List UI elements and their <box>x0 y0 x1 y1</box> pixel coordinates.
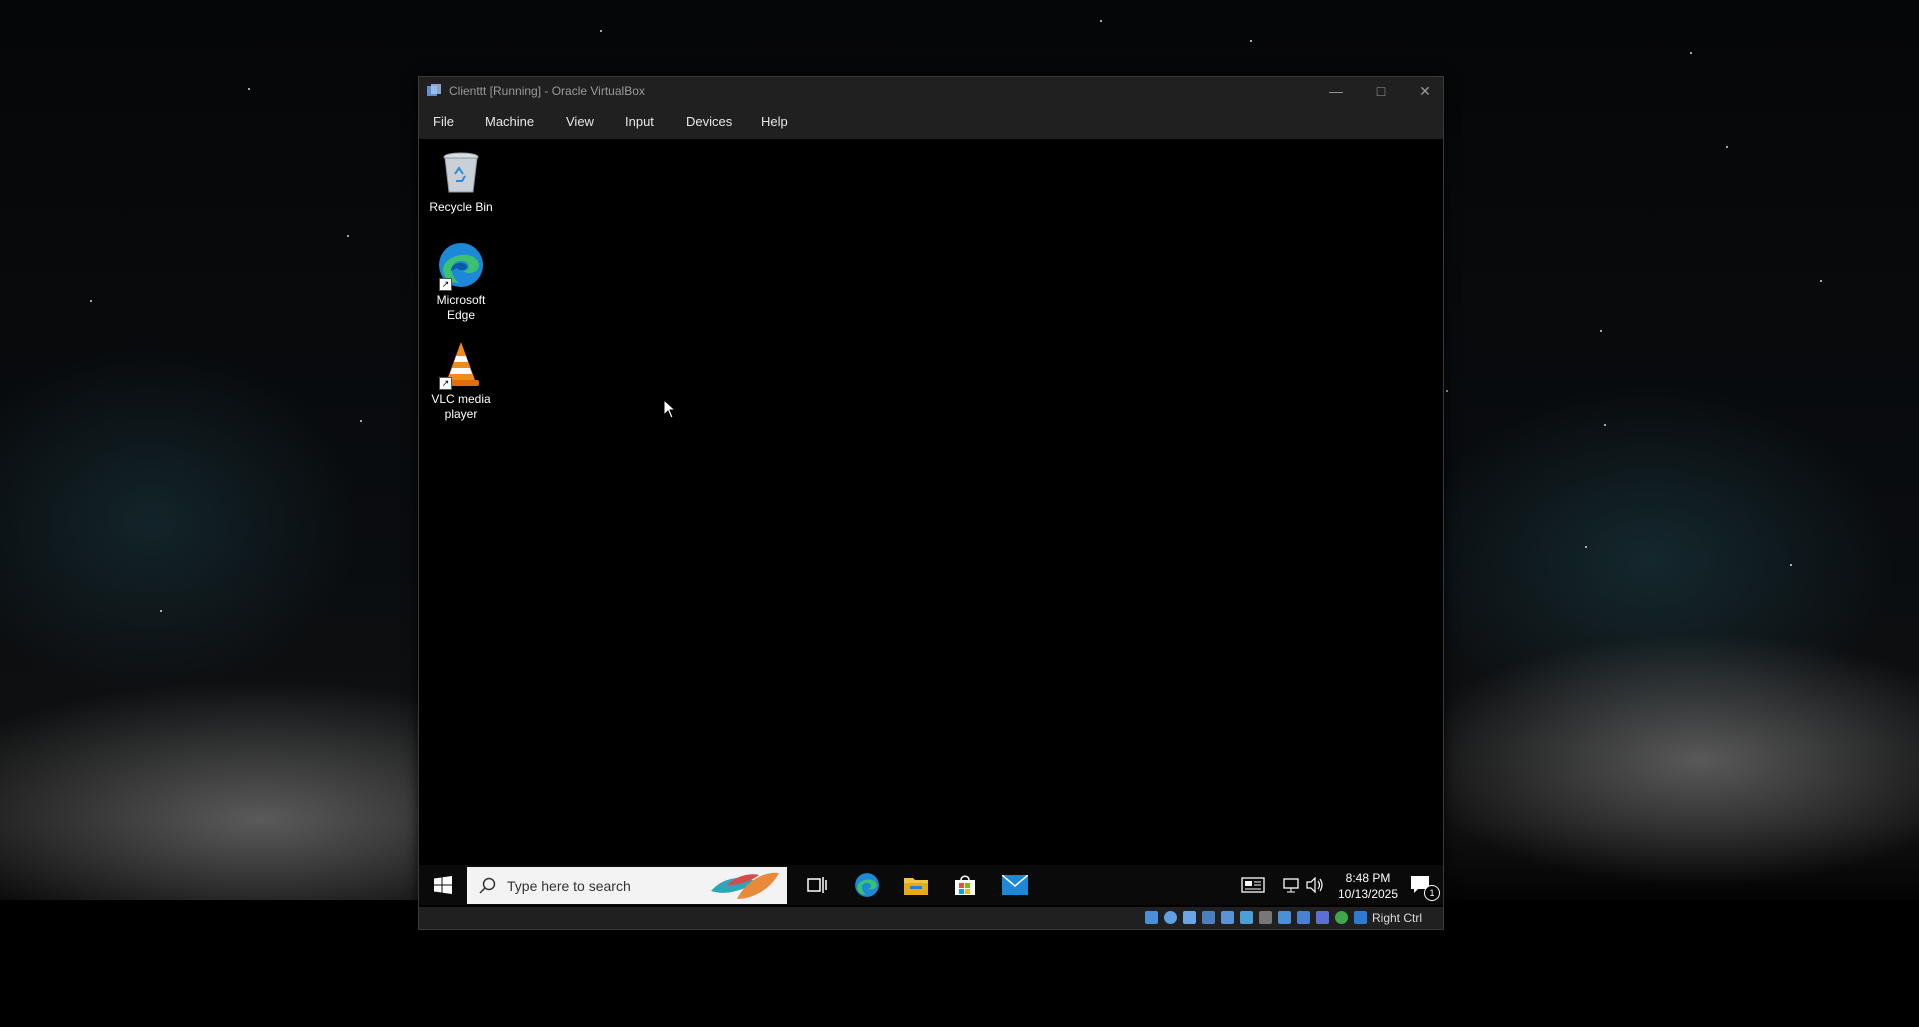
menu-input[interactable]: Input <box>625 114 654 129</box>
title-bar[interactable]: Clienttt [Running] - Oracle VirtualBox —… <box>419 77 1443 105</box>
virtualbox-app-icon <box>427 84 441 96</box>
recycle-bin-icon <box>437 148 485 196</box>
menu-devices[interactable]: Devices <box>686 114 732 129</box>
search-highlight-feathers-icon <box>711 872 779 899</box>
task-view-icon[interactable] <box>795 865 839 905</box>
guest-taskbar: Type here to search 8:48 PM 10/13/2025 1 <box>419 865 1443 905</box>
clock[interactable]: 8:48 PM 10/13/2025 <box>1337 870 1399 902</box>
vbox-status-bar: Right Ctrl <box>419 907 1443 928</box>
optical-drive-icon[interactable] <box>1164 911 1177 924</box>
display-icon[interactable] <box>1278 911 1291 924</box>
menu-help[interactable]: Help <box>761 114 788 129</box>
volume-icon[interactable] <box>1303 865 1327 905</box>
search-input[interactable]: Type here to search <box>467 867 787 904</box>
close-icon[interactable]: ✕ <box>1403 77 1447 105</box>
file-explorer-icon[interactable] <box>894 865 938 905</box>
virtualbox-window: Clienttt [Running] - Oracle VirtualBox —… <box>418 76 1444 930</box>
hard-disk-icon[interactable] <box>1145 911 1158 924</box>
news-widget-icon[interactable] <box>1231 865 1275 905</box>
shortcut-arrow-icon: ↗ <box>439 278 452 291</box>
menu-file[interactable]: File <box>433 114 454 129</box>
minimize-icon[interactable]: — <box>1314 77 1358 105</box>
clock-time: 8:48 PM <box>1345 871 1391 885</box>
usb-icon[interactable] <box>1240 911 1253 924</box>
desktop-icon-vlc[interactable]: ↗ VLC media player <box>424 340 498 422</box>
store-icon[interactable] <box>943 865 987 905</box>
desktop-icon-label: Microsoft Edge <box>436 293 486 322</box>
menu-view[interactable]: View <box>566 114 594 129</box>
desktop-icon-recycle-bin[interactable]: Recycle Bin <box>424 148 498 215</box>
edge-icon: ↗ <box>437 241 485 291</box>
desktop-icon-edge[interactable]: ↗ Microsoft Edge <box>424 241 498 323</box>
desktop-icon-label: Recycle Bin <box>429 200 493 214</box>
desktop-icon-label: VLC media player <box>431 392 491 421</box>
network-icon[interactable] <box>1279 865 1303 905</box>
maximize-icon[interactable]: □ <box>1359 77 1403 105</box>
menu-machine[interactable]: Machine <box>485 114 534 129</box>
network-adapter-icon[interactable] <box>1221 911 1234 924</box>
cpu-icon[interactable] <box>1316 911 1329 924</box>
windows-logo-icon <box>434 876 452 894</box>
menu-bar: File Machine View Input Devices Help <box>419 105 1443 138</box>
clock-date: 10/13/2025 <box>1337 887 1399 901</box>
notification-badge: 1 <box>1424 885 1440 901</box>
recording-icon[interactable] <box>1297 911 1310 924</box>
search-placeholder: Type here to search <box>507 878 631 894</box>
edge-icon[interactable] <box>845 865 889 905</box>
audio-icon[interactable] <box>1202 911 1215 924</box>
search-icon <box>479 877 496 894</box>
start-button[interactable] <box>421 865 465 905</box>
vm-display[interactable]: Recycle Bin ↗ Microsoft Edge ↗ VLC media… <box>419 139 1443 907</box>
vlc-icon: ↗ <box>437 340 485 390</box>
floppy-icon[interactable] <box>1183 911 1196 924</box>
shared-folders-icon[interactable] <box>1259 911 1272 924</box>
mail-icon[interactable] <box>993 865 1037 905</box>
shortcut-arrow-icon: ↗ <box>439 377 452 390</box>
host-key-label: Right Ctrl <box>1372 911 1423 925</box>
window-title: Clienttt [Running] - Oracle VirtualBox <box>449 84 645 98</box>
mouse-cursor-icon <box>663 399 677 419</box>
host-key-icon[interactable] <box>1354 911 1367 924</box>
notification-center-icon[interactable]: 1 <box>1399 865 1443 905</box>
mouse-integration-icon[interactable] <box>1335 911 1348 924</box>
